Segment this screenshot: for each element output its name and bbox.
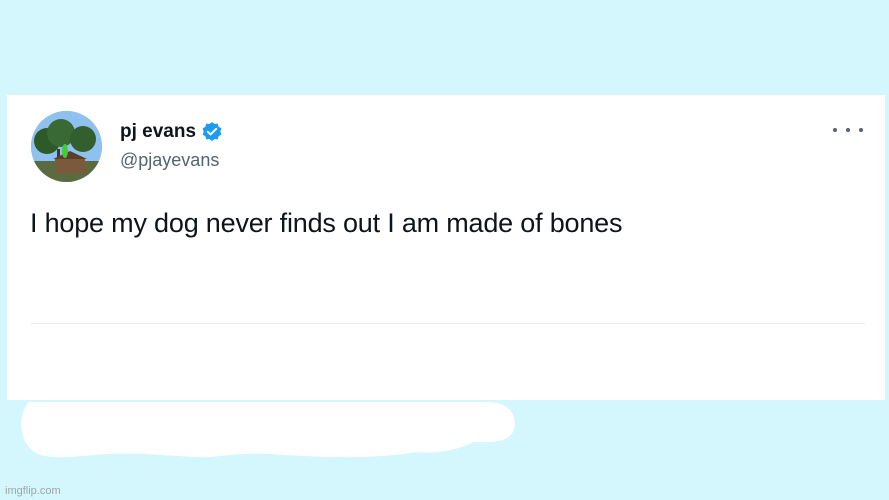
white-overpaint: [21, 402, 515, 458]
avatar[interactable]: [31, 111, 102, 182]
user-handle[interactable]: @pjayevans: [120, 150, 219, 171]
divider: [31, 323, 865, 324]
watermark: imgflip.com: [5, 485, 61, 497]
verified-badge-icon: [201, 121, 223, 143]
more-options-icon[interactable]: [833, 120, 863, 140]
tweet-card: pj evans @pjayevans I hope my dog never …: [7, 95, 885, 400]
display-name[interactable]: pj evans: [120, 121, 196, 143]
tweet-text: I hope my dog never finds out I am made …: [30, 208, 623, 238]
display-name-row[interactable]: pj evans: [120, 121, 223, 143]
